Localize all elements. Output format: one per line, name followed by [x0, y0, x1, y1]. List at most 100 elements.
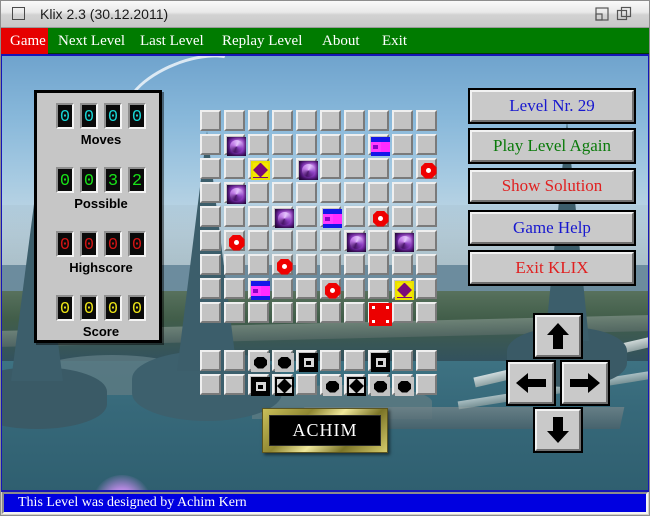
board-cell[interactable] — [344, 182, 365, 203]
piece-swirl[interactable] — [275, 209, 294, 228]
window-icon[interactable] — [12, 7, 25, 20]
piece-black-bowtie[interactable] — [275, 377, 294, 396]
board-cell[interactable] — [224, 374, 245, 395]
piece-red-diamond[interactable] — [275, 257, 294, 276]
board-cell[interactable] — [344, 230, 366, 252]
board-cell[interactable] — [272, 374, 294, 396]
level-number-button[interactable]: Level Nr. 29 — [468, 88, 636, 124]
piece-blue-square[interactable] — [323, 209, 342, 228]
board-cell[interactable] — [416, 158, 437, 179]
board-cell[interactable] — [296, 110, 317, 131]
board-cell[interactable] — [296, 302, 317, 323]
board-cell[interactable] — [200, 254, 221, 275]
show-solution-button[interactable]: Show Solution — [468, 168, 636, 204]
board-cell[interactable] — [200, 350, 221, 371]
board-cell[interactable] — [416, 110, 437, 131]
board-cell[interactable] — [224, 110, 245, 131]
minimize-icon[interactable] — [594, 6, 610, 22]
piece-yellow-bowtie[interactable] — [395, 281, 414, 300]
board-cell[interactable] — [200, 134, 221, 155]
board-cell[interactable] — [368, 350, 390, 372]
piece-black-octagon[interactable] — [323, 377, 342, 396]
board-cell[interactable] — [296, 254, 317, 275]
piece-swirl[interactable] — [227, 137, 246, 156]
board-cell[interactable] — [368, 134, 390, 156]
board-cell[interactable] — [392, 206, 413, 227]
board-cell[interactable] — [272, 110, 293, 131]
board-cell[interactable] — [416, 374, 437, 395]
board-cell[interactable] — [248, 374, 270, 396]
board-cell[interactable] — [392, 350, 413, 371]
board-cell[interactable] — [224, 182, 246, 204]
board-cell[interactable] — [272, 182, 293, 203]
piece-black-octagon[interactable] — [371, 377, 390, 396]
board-cell[interactable] — [224, 134, 246, 156]
board-cell[interactable] — [248, 206, 269, 227]
board-cell[interactable] — [320, 134, 341, 155]
board-cell[interactable] — [392, 374, 414, 396]
play-level-again-button[interactable]: Play Level Again — [468, 128, 636, 164]
board-cell[interactable] — [392, 302, 413, 323]
piece-red-diamond[interactable] — [323, 281, 342, 300]
piece-yellow-bowtie[interactable] — [251, 161, 270, 180]
board-cell[interactable] — [344, 302, 365, 323]
board-cell[interactable] — [320, 254, 341, 275]
board-cell[interactable] — [368, 374, 390, 396]
arrow-down-icon[interactable] — [533, 407, 583, 453]
board-cell[interactable] — [200, 182, 221, 203]
board-cell[interactable] — [416, 134, 437, 155]
board-cell[interactable] — [392, 182, 413, 203]
board-cell[interactable] — [344, 134, 365, 155]
board-cell[interactable] — [416, 302, 437, 323]
board-cell[interactable] — [392, 134, 413, 155]
board-cell[interactable] — [200, 158, 221, 179]
board-cell[interactable] — [200, 278, 221, 299]
board-cell[interactable] — [416, 350, 437, 371]
menu-item-last-level[interactable]: Last Level — [130, 28, 212, 54]
board-cell[interactable] — [416, 206, 437, 227]
piece-black-octagon[interactable] — [275, 353, 294, 372]
piece-swirl[interactable] — [347, 233, 366, 252]
board-cell[interactable] — [320, 350, 341, 371]
board-cell[interactable] — [224, 302, 245, 323]
board-cell[interactable] — [320, 206, 342, 228]
menu-item-about[interactable]: About — [312, 28, 372, 54]
board-cell[interactable] — [368, 302, 392, 326]
arrow-up-icon[interactable] — [533, 313, 583, 359]
arrow-right-icon[interactable] — [560, 360, 610, 406]
board-cell[interactable] — [200, 230, 221, 251]
piece-red-diamond[interactable] — [227, 233, 246, 252]
menu-item-exit[interactable]: Exit — [372, 28, 420, 54]
board-cell[interactable] — [416, 278, 437, 299]
board-cell[interactable] — [344, 254, 365, 275]
board-cell[interactable] — [344, 278, 365, 299]
board-cell[interactable] — [248, 110, 269, 131]
board-cell[interactable] — [248, 134, 269, 155]
piece-swirl[interactable] — [395, 233, 414, 252]
board-cell[interactable] — [416, 230, 437, 251]
piece-black-square[interactable] — [371, 353, 390, 372]
board-cell[interactable] — [368, 230, 389, 251]
board-cell[interactable] — [224, 254, 245, 275]
board-cell[interactable] — [272, 350, 294, 372]
board-cell[interactable] — [392, 278, 414, 300]
board-cell[interactable] — [224, 230, 245, 251]
game-board[interactable] — [200, 110, 444, 396]
board-cell[interactable] — [248, 158, 270, 180]
board-cell[interactable] — [320, 158, 341, 179]
board-cell[interactable] — [368, 182, 389, 203]
board-cell[interactable] — [296, 182, 317, 203]
board-cell[interactable] — [320, 230, 341, 251]
board-cell[interactable] — [272, 254, 293, 275]
board-cell[interactable] — [344, 374, 366, 396]
board-cell[interactable] — [368, 278, 389, 299]
board-cell[interactable] — [296, 158, 318, 180]
board-cell[interactable] — [296, 230, 317, 251]
board-cell[interactable] — [248, 182, 269, 203]
board-cell[interactable] — [320, 110, 341, 131]
board-cell[interactable] — [392, 254, 413, 275]
board-cell[interactable] — [392, 158, 413, 179]
board-cell[interactable] — [344, 350, 365, 371]
menu-item-replay-level[interactable]: Replay Level — [212, 28, 312, 54]
piece-black-octagon[interactable] — [251, 353, 270, 372]
